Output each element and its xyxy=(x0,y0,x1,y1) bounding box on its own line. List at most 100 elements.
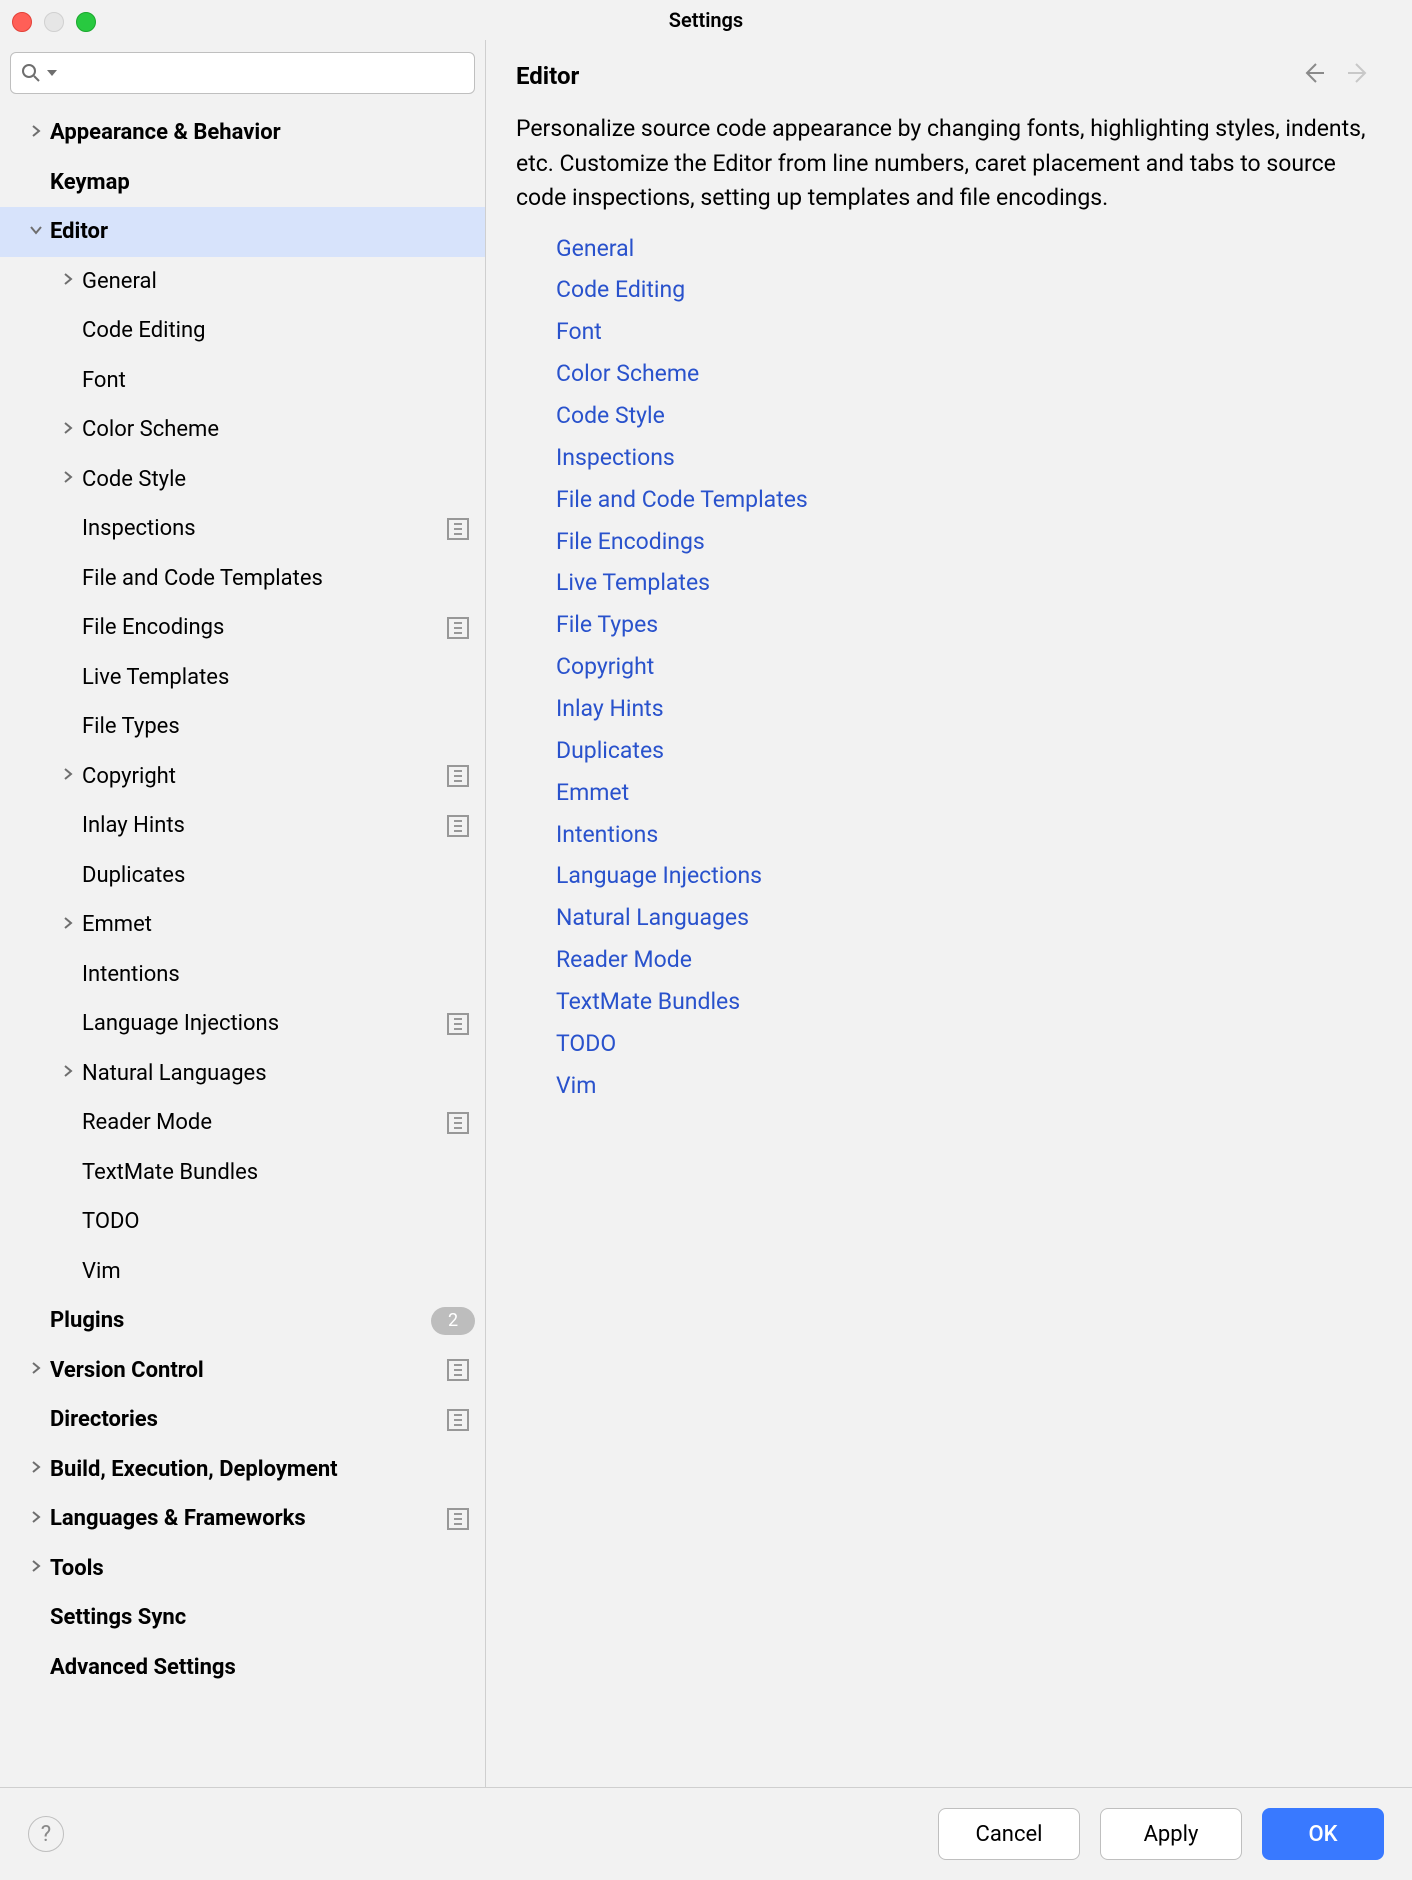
tree-item-label: Build, Execution, Deployment xyxy=(50,1457,485,1482)
ok-button[interactable]: OK xyxy=(1262,1808,1384,1860)
section-link-color-scheme[interactable]: Color Scheme xyxy=(556,353,1382,395)
chevron-right-icon[interactable] xyxy=(54,470,82,488)
search-input[interactable] xyxy=(63,61,464,86)
tree-item-label: Color Scheme xyxy=(82,417,485,442)
section-link-copyright[interactable]: Copyright xyxy=(556,646,1382,688)
body: Appearance & BehaviorKeymapEditor General… xyxy=(0,40,1412,1787)
tree-item-label: Natural Languages xyxy=(82,1061,485,1086)
close-window-button[interactable] xyxy=(12,12,32,32)
chevron-right-icon[interactable] xyxy=(22,1460,50,1478)
tree-item-label: TextMate Bundles xyxy=(82,1160,485,1185)
section-link-reader-mode[interactable]: Reader Mode xyxy=(556,939,1382,981)
help-icon: ? xyxy=(41,1822,51,1847)
section-link-emmet[interactable]: Emmet xyxy=(556,772,1382,814)
tree-item-version-control[interactable]: Version Control xyxy=(0,1346,485,1396)
section-link-todo[interactable]: TODO xyxy=(556,1023,1382,1065)
tree-item-code-editing[interactable]: Code Editing xyxy=(0,306,485,356)
tree-item-plugins[interactable]: Plugins2 xyxy=(0,1296,485,1346)
project-scope-icon xyxy=(447,617,469,639)
settings-tree: Appearance & BehaviorKeymapEditor General… xyxy=(0,108,485,1787)
section-link-live-templates[interactable]: Live Templates xyxy=(556,562,1382,604)
tree-item-inlay-hints[interactable]: Inlay Hints xyxy=(0,801,485,851)
tree-item-duplicates[interactable]: Duplicates xyxy=(0,851,485,901)
tree-item-textmate-bundles[interactable]: TextMate Bundles xyxy=(0,1148,485,1198)
tree-item-label: General xyxy=(82,269,485,294)
tree-item-natural-languages[interactable]: Natural Languages xyxy=(0,1049,485,1099)
tree-item-advanced-settings[interactable]: Advanced Settings xyxy=(0,1643,485,1693)
settings-search[interactable] xyxy=(10,52,475,94)
project-scope-icon xyxy=(447,1359,469,1381)
tree-item-label: Duplicates xyxy=(82,863,485,888)
tree-item-label: Languages & Frameworks xyxy=(50,1506,447,1531)
project-scope-icon xyxy=(447,815,469,837)
search-dropdown-icon[interactable] xyxy=(47,68,57,78)
tree-item-code-style[interactable]: Code Style xyxy=(0,455,485,505)
tree-item-inspections[interactable]: Inspections xyxy=(0,504,485,554)
section-link-file-encodings[interactable]: File Encodings xyxy=(556,521,1382,563)
tree-item-editor[interactable]: Editor xyxy=(0,207,485,257)
section-link-code-style[interactable]: Code Style xyxy=(556,395,1382,437)
chevron-right-icon[interactable] xyxy=(22,124,50,142)
chevron-right-icon[interactable] xyxy=(54,916,82,934)
tree-item-label: Reader Mode xyxy=(82,1110,447,1135)
chevron-down-icon[interactable] xyxy=(22,223,50,241)
section-link-intentions[interactable]: Intentions xyxy=(556,814,1382,856)
tree-item-file-encodings[interactable]: File Encodings xyxy=(0,603,485,653)
tree-item-todo[interactable]: TODO xyxy=(0,1197,485,1247)
nav-forward-button[interactable] xyxy=(1336,60,1382,93)
tree-item-label: File and Code Templates xyxy=(82,566,485,591)
tree-item-language-injections[interactable]: Language Injections xyxy=(0,999,485,1049)
help-button[interactable]: ? xyxy=(28,1816,64,1852)
tree-item-live-templates[interactable]: Live Templates xyxy=(0,653,485,703)
section-link-inspections[interactable]: Inspections xyxy=(556,437,1382,479)
chevron-right-icon[interactable] xyxy=(54,767,82,785)
tree-item-directories[interactable]: Directories xyxy=(0,1395,485,1445)
arrow-right-icon xyxy=(1346,60,1372,86)
project-scope-icon xyxy=(447,1508,469,1530)
tree-item-vim[interactable]: Vim xyxy=(0,1247,485,1297)
chevron-right-icon[interactable] xyxy=(22,1559,50,1577)
tree-item-copyright[interactable]: Copyright xyxy=(0,752,485,802)
section-link-code-editing[interactable]: Code Editing xyxy=(556,269,1382,311)
chevron-right-icon[interactable] xyxy=(22,1361,50,1379)
tree-item-settings-sync[interactable]: Settings Sync xyxy=(0,1593,485,1643)
cancel-button[interactable]: Cancel xyxy=(938,1808,1080,1860)
tree-item-intentions[interactable]: Intentions xyxy=(0,950,485,1000)
project-scope-icon xyxy=(447,518,469,540)
tree-item-label: TODO xyxy=(82,1209,485,1234)
apply-button[interactable]: Apply xyxy=(1100,1808,1242,1860)
minimize-window-button[interactable] xyxy=(44,12,64,32)
zoom-window-button[interactable] xyxy=(76,12,96,32)
tree-item-appearance-behavior[interactable]: Appearance & Behavior xyxy=(0,108,485,158)
section-link-font[interactable]: Font xyxy=(556,311,1382,353)
tree-item-emmet[interactable]: Emmet xyxy=(0,900,485,950)
section-link-language-injections[interactable]: Language Injections xyxy=(556,855,1382,897)
tree-item-general[interactable]: General xyxy=(0,257,485,307)
tree-item-label: Tools xyxy=(50,1556,485,1581)
section-link-vim[interactable]: Vim xyxy=(556,1065,1382,1107)
chevron-right-icon[interactable] xyxy=(54,272,82,290)
tree-item-file-types[interactable]: File Types xyxy=(0,702,485,752)
tree-item-reader-mode[interactable]: Reader Mode xyxy=(0,1098,485,1148)
section-link-natural-languages[interactable]: Natural Languages xyxy=(556,897,1382,939)
tree-item-label: Copyright xyxy=(82,764,447,789)
tree-item-file-and-code-templates[interactable]: File and Code Templates xyxy=(0,554,485,604)
section-link-file-types[interactable]: File Types xyxy=(556,604,1382,646)
chevron-right-icon[interactable] xyxy=(22,1510,50,1528)
tree-item-label: Version Control xyxy=(50,1358,447,1383)
tree-item-tools[interactable]: Tools xyxy=(0,1544,485,1594)
tree-item-languages-frameworks[interactable]: Languages & Frameworks xyxy=(0,1494,485,1544)
section-link-duplicates[interactable]: Duplicates xyxy=(556,730,1382,772)
tree-item-keymap[interactable]: Keymap xyxy=(0,158,485,208)
tree-item-color-scheme[interactable]: Color Scheme xyxy=(0,405,485,455)
section-link-inlay-hints[interactable]: Inlay Hints xyxy=(556,688,1382,730)
nav-back-button[interactable] xyxy=(1290,60,1336,93)
tree-item-font[interactable]: Font xyxy=(0,356,485,406)
tree-item-build-execution-deployment[interactable]: Build, Execution, Deployment xyxy=(0,1445,485,1495)
chevron-right-icon[interactable] xyxy=(54,1064,82,1082)
section-link-textmate-bundles[interactable]: TextMate Bundles xyxy=(556,981,1382,1023)
section-link-file-and-code-templates[interactable]: File and Code Templates xyxy=(556,479,1382,521)
chevron-right-icon[interactable] xyxy=(54,421,82,439)
section-link-general[interactable]: General xyxy=(556,228,1382,270)
project-scope-icon xyxy=(447,765,469,787)
